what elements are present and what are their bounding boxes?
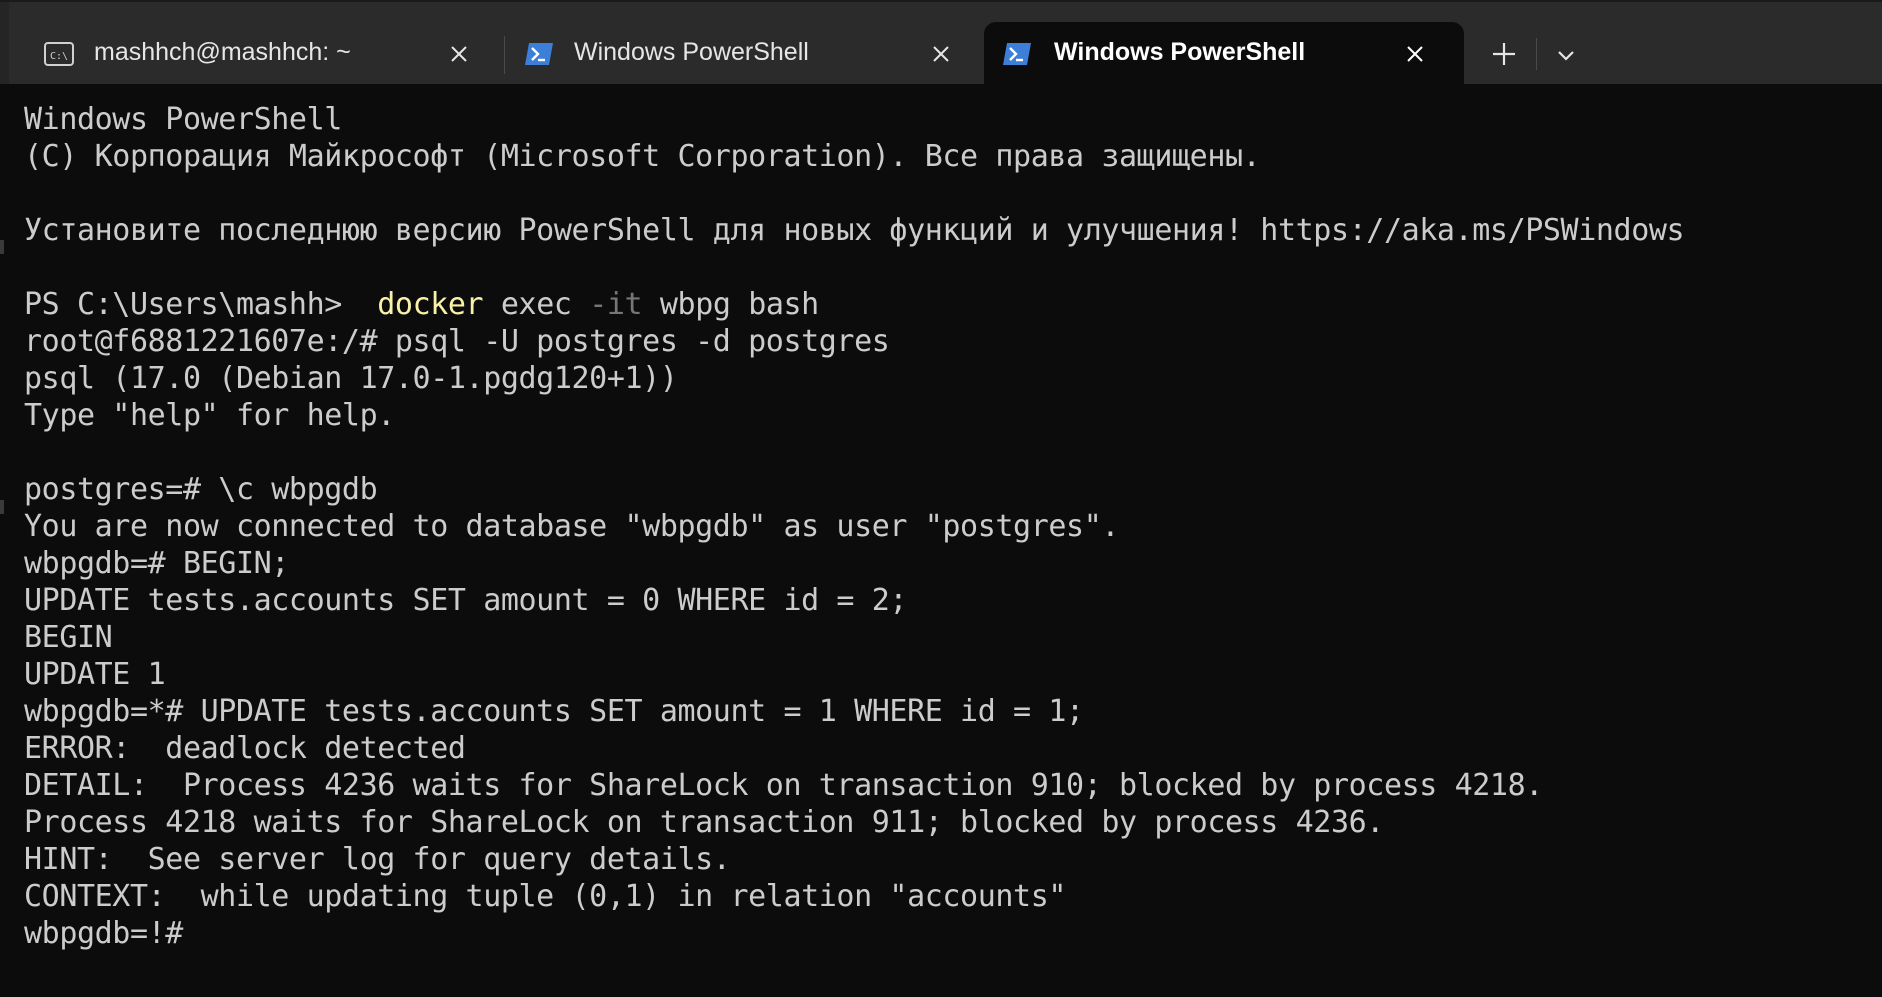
connect-command: postgres=# \c wbpgdb xyxy=(24,472,378,507)
update-output: UPDATE 1 xyxy=(24,657,166,692)
error-detail: DETAIL: Process 4236 waits for ShareLock… xyxy=(24,768,1543,803)
new-tab-button[interactable] xyxy=(1484,38,1524,70)
powershell-icon xyxy=(524,42,554,66)
error-hint: HINT: See server log for query details. xyxy=(24,842,731,877)
update-command: UPDATE tests.accounts SET amount = 0 WHE… xyxy=(24,583,908,618)
tab-bar: C:\ mashhch@mashhch: ~ Windows PowerShel… xyxy=(0,0,1882,86)
tab-label: mashhch@mashhch: ~ xyxy=(94,38,351,66)
terminal-window: C:\ mashhch@mashhch: ~ Windows PowerShel… xyxy=(0,0,1882,997)
terminal-output[interactable]: Windows PowerShell (C) Корпорация Майкро… xyxy=(0,84,1882,997)
close-icon[interactable] xyxy=(1402,41,1428,67)
tab-separator xyxy=(504,36,505,74)
terminal-icon: C:\ xyxy=(44,42,74,66)
banner-copyright: (C) Корпорация Майкрософт (Microsoft Cor… xyxy=(24,139,1261,174)
psql-version: psql (17.0 (Debian 17.0-1.pgdg120+1)) xyxy=(24,361,678,396)
banner-title: Windows PowerShell xyxy=(24,102,342,137)
chevron-down-icon xyxy=(1558,51,1574,61)
window-edge xyxy=(0,2,9,86)
tab-label: Windows PowerShell xyxy=(1054,38,1306,66)
ps-command: docker xyxy=(377,287,484,322)
connected-message: You are now connected to database "wbpgd… xyxy=(24,509,1120,544)
powershell-icon xyxy=(1002,42,1032,66)
plus-icon xyxy=(1493,43,1515,65)
tab-linux-shell[interactable]: C:\ mashhch@mashhch: ~ xyxy=(24,22,496,86)
second-update-command: wbpgdb=*# UPDATE tests.accounts SET amou… xyxy=(24,694,1084,729)
tab-dropdown-button[interactable] xyxy=(1550,40,1582,70)
tab-actions-divider xyxy=(1536,38,1537,70)
error-detail-continued: Process 4218 waits for ShareLock on tran… xyxy=(24,805,1384,840)
ps-args: wbpg bash xyxy=(642,287,819,322)
error-message: ERROR: deadlock detected xyxy=(24,731,466,766)
tab-label: Windows PowerShell xyxy=(574,38,809,66)
psql-help-hint: Type "help" for help. xyxy=(24,398,395,433)
begin-output: BEGIN xyxy=(24,620,113,655)
ps-args: exec xyxy=(483,287,590,322)
window-edge-mark xyxy=(0,240,4,254)
begin-command: wbpgdb=# BEGIN; xyxy=(24,546,289,581)
close-icon[interactable] xyxy=(446,41,472,67)
ps-prompt: PS C:\Users\mashh> xyxy=(24,287,360,322)
powershell-command-line: PS C:\Users\mashh> docker exec -it wbpg … xyxy=(24,286,1882,323)
svg-text:C:\: C:\ xyxy=(50,51,68,62)
tab-powershell-2[interactable]: Windows PowerShell xyxy=(984,22,1464,86)
final-prompt[interactable]: wbpgdb=!# xyxy=(24,915,1882,952)
root-psql-command: root@f6881221607e:/# psql -U postgres -d… xyxy=(24,324,890,359)
error-context: CONTEXT: while updating tuple (0,1) in r… xyxy=(24,879,1067,914)
ps-flag: -it xyxy=(589,287,643,322)
window-edge-mark xyxy=(0,500,4,514)
close-icon[interactable] xyxy=(928,41,954,67)
tab-powershell-1[interactable]: Windows PowerShell xyxy=(506,22,978,86)
banner-update-notice: Установите последнюю версию PowerShell д… xyxy=(24,213,1685,248)
